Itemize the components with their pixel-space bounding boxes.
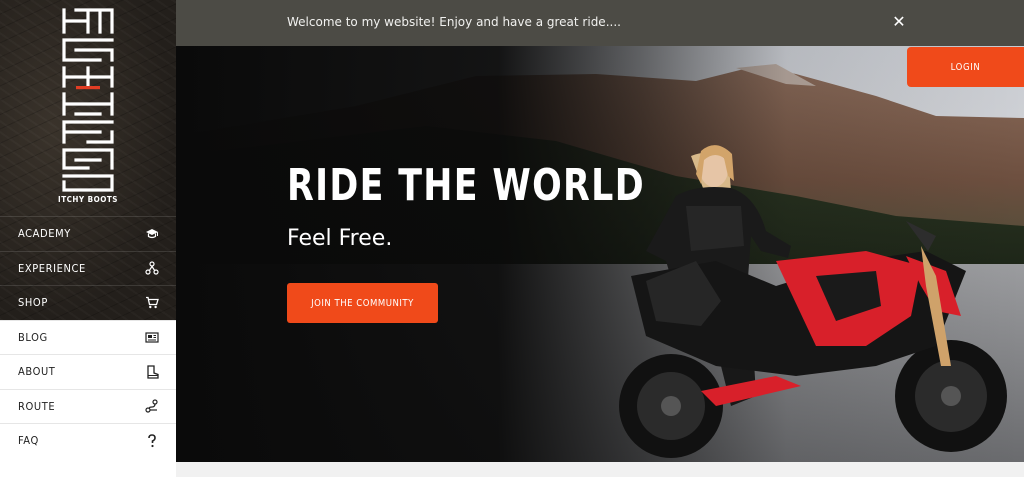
close-icon[interactable]: ✕ <box>889 13 909 33</box>
login-button[interactable]: LOGIN <box>907 47 1024 87</box>
rider-icon <box>145 261 159 275</box>
sidebar-item-label: ACADEMY <box>18 227 71 241</box>
sidebar: ITCHY BOOTS ACADEMY EXPERIENCE SHOP BLOG <box>0 0 176 477</box>
sidebar-item-faq[interactable]: FAQ <box>0 423 176 458</box>
sidebar-item-label: EXPERIENCE <box>18 261 86 275</box>
announcement-banner: Welcome to my website! Enjoy and have a … <box>176 0 1024 46</box>
hero-background-image <box>176 46 1024 462</box>
content-divider <box>176 462 1024 477</box>
newspaper-icon <box>145 330 159 344</box>
graduation-cap-icon <box>145 227 159 241</box>
banner-message: Welcome to my website! Enjoy and have a … <box>287 15 621 29</box>
boot-icon <box>145 365 159 379</box>
sidebar-item-route[interactable]: ROUTE <box>0 388 176 423</box>
join-community-button[interactable]: JOIN THE COMMUNITY <box>287 283 438 323</box>
cart-icon <box>145 296 159 310</box>
question-icon <box>145 433 159 448</box>
sidebar-item-shop[interactable]: SHOP <box>0 285 176 320</box>
sidebar-item-label: SHOP <box>18 296 48 310</box>
hero-subtitle: Feel Free. <box>287 226 393 251</box>
site-logo[interactable]: ITCHY BOOTS <box>54 4 122 214</box>
sidebar-item-label: ROUTE <box>18 399 56 413</box>
logo-glyph-icon <box>62 8 114 192</box>
sidebar-item-label: BLOG <box>18 330 48 344</box>
sidebar-item-experience[interactable]: EXPERIENCE <box>0 250 176 286</box>
sidebar-item-blog[interactable]: BLOG <box>0 319 176 354</box>
route-icon <box>145 399 159 413</box>
hero-section: RIDE THE WORLD Feel Free. JOIN THE COMMU… <box>176 46 1024 462</box>
brand-name: ITCHY BOOTS <box>58 195 118 204</box>
sidebar-menu: ACADEMY EXPERIENCE SHOP BLOG ABOUT ROUTE… <box>0 216 176 458</box>
sidebar-item-academy[interactable]: ACADEMY <box>0 216 176 251</box>
sidebar-item-label: ABOUT <box>18 365 56 379</box>
sidebar-item-label: FAQ <box>18 434 39 448</box>
hero-title: RIDE THE WORLD <box>287 160 645 211</box>
sidebar-item-about[interactable]: ABOUT <box>0 354 176 389</box>
